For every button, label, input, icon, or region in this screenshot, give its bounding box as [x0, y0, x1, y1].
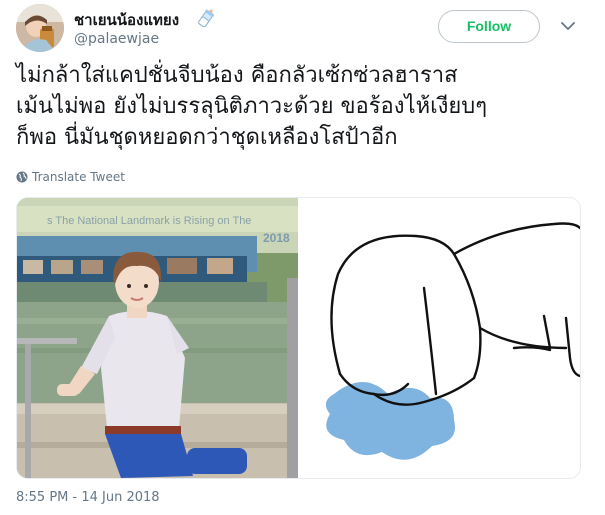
- user-handle[interactable]: @palaewjae: [74, 31, 159, 47]
- tweet-line: ก็พอ นี่มันชุดหยอดกว่าชุดเหลืองโสป้าอีก: [16, 125, 398, 150]
- follow-button[interactable]: Follow: [438, 10, 540, 43]
- translate-tweet-link[interactable]: Translate Tweet: [16, 170, 125, 184]
- avatar[interactable]: [16, 4, 64, 52]
- crying-drawing[interactable]: [304, 198, 580, 478]
- photo-boy-on-canal[interactable]: s The National Landmark is Rising on The…: [17, 198, 298, 478]
- sign-text: s The National Landmark is Rising on The: [47, 215, 251, 227]
- tweet-line: เม้นไม่พอ ยังไม่บรรลุนิติภาวะด้วย ขอร้อง…: [16, 94, 488, 119]
- avatar-photo: [16, 4, 64, 52]
- display-name[interactable]: ชาเยนน้องแทยง: [74, 8, 179, 32]
- tweet-media[interactable]: s The National Landmark is Rising on The…: [16, 197, 581, 479]
- translate-label: Translate Tweet: [32, 170, 125, 184]
- tweet-line: ไม่กล้าใส่แคปชั่นจีบน้อง คือกลัวเซ้กซ่วล…: [16, 63, 458, 88]
- baby-bottle-icon: [198, 9, 215, 28]
- sign-number: 2018: [263, 231, 290, 245]
- tweet-text: ไม่กล้าใส่แคปชั่นจีบน้อง คือกลัวเซ้กซ่วล…: [16, 60, 596, 153]
- tweet-timestamp[interactable]: 8:55 PM - 14 Jun 2018: [16, 490, 160, 505]
- globe-icon: [16, 171, 28, 183]
- chevron-down-icon[interactable]: [561, 21, 575, 31]
